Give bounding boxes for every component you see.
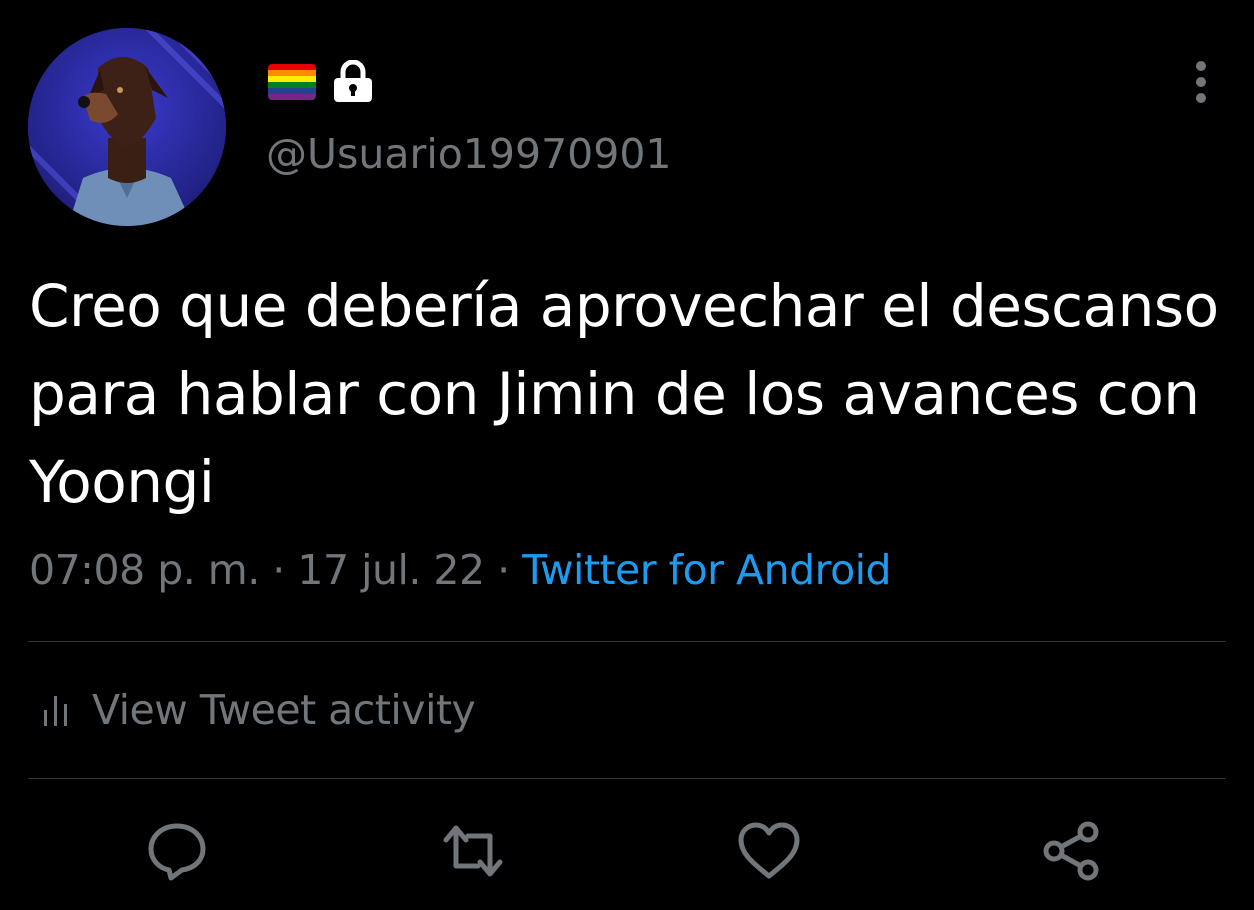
lock-icon	[332, 59, 374, 104]
divider	[28, 641, 1226, 642]
meta-separator: ·	[484, 546, 523, 594]
rainbow-flag-icon	[268, 64, 316, 100]
view-tweet-activity-label: View Tweet activity	[92, 686, 476, 734]
more-options-icon[interactable]	[1186, 60, 1216, 104]
like-button[interactable]	[736, 818, 802, 884]
user-handle[interactable]: @Usuario19970901	[266, 130, 672, 178]
retweet-icon	[443, 825, 503, 877]
reply-button[interactable]	[144, 818, 210, 884]
bar-chart-icon	[40, 688, 74, 732]
tweet-time: 07:08 p. m.	[29, 546, 260, 594]
divider	[28, 778, 1226, 779]
heart-icon	[738, 822, 800, 879]
tweet-source-link[interactable]: Twitter for Android	[522, 546, 891, 594]
meta-separator: ·	[259, 546, 298, 594]
reply-icon	[148, 823, 206, 881]
tweet-text: Creo que debería aprovechar el descanso …	[29, 272, 1219, 516]
retweet-button[interactable]	[440, 818, 506, 884]
avatar[interactable]	[28, 28, 226, 226]
view-tweet-activity-button[interactable]: View Tweet activity	[40, 680, 476, 740]
share-icon	[1043, 821, 1099, 881]
tweet-meta: 07:08 p. m. · 17 jul. 22 · Twitter for A…	[29, 546, 892, 594]
tweet-date: 17 jul. 22	[297, 546, 485, 594]
share-button[interactable]	[1040, 818, 1106, 884]
doberman-dog-avatar	[28, 28, 226, 226]
